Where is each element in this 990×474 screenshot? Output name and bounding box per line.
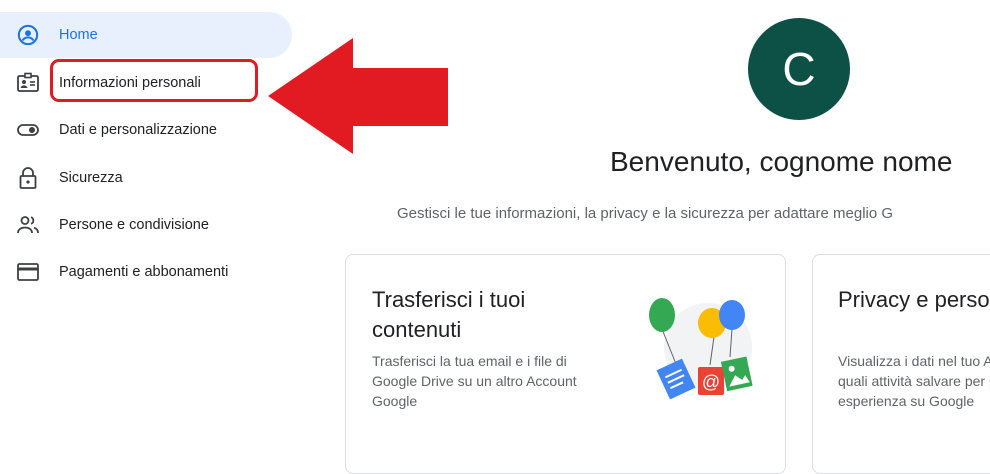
avatar-letter: C: [782, 43, 816, 95]
toggle-icon: [16, 118, 40, 142]
highlight-annotation-box: [50, 59, 258, 102]
red-arrow-annotation: [268, 38, 448, 154]
credit-card-icon: [16, 260, 40, 284]
sidebar-item-security[interactable]: Sicurezza: [0, 155, 292, 201]
people-icon: [16, 213, 40, 237]
lock-icon: [16, 166, 40, 190]
welcome-subtitle: Gestisci le tue informazioni, la privacy…: [397, 205, 894, 222]
sidebar-item-home[interactable]: Home: [0, 12, 292, 58]
id-card-icon: [16, 71, 40, 95]
card-transfer-content[interactable]: Trasferisci i tuoi contenuti Trasferisci…: [345, 254, 786, 474]
sidebar-item-data-privacy[interactable]: Dati e personalizzazione: [0, 107, 292, 153]
balloons-illustration-icon: @: [649, 298, 753, 399]
card-title: Privacy e personalizzazione: [838, 287, 990, 312]
avatar[interactable]: C: [748, 18, 850, 120]
sidebar-item-label: Persone e condivisione: [59, 217, 209, 233]
sidebar-item-people-sharing[interactable]: Persone e condivisione: [0, 202, 292, 248]
svg-text:@: @: [702, 372, 720, 392]
welcome-heading: Benvenuto, cognome nome: [610, 146, 953, 177]
card-description: Trasferisci la tua email e i file di Goo…: [372, 353, 577, 409]
card-privacy-personalization[interactable]: Privacy e personalizzazione Visualizza i…: [812, 254, 990, 474]
sidebar-item-label: Home: [59, 27, 98, 43]
sidebar-item-label: Pagamenti e abbonamenti: [59, 264, 229, 280]
card-description: Visualizza i dati nel tuo Account Google…: [838, 353, 990, 409]
account-circle-icon: [16, 23, 40, 47]
sidebar-item-label: Sicurezza: [59, 170, 123, 186]
card-title: Trasferisci i tuoi contenuti: [372, 287, 526, 342]
sidebar-item-payments[interactable]: Pagamenti e abbonamenti: [0, 249, 292, 295]
sidebar-item-label: Dati e personalizzazione: [59, 122, 217, 138]
